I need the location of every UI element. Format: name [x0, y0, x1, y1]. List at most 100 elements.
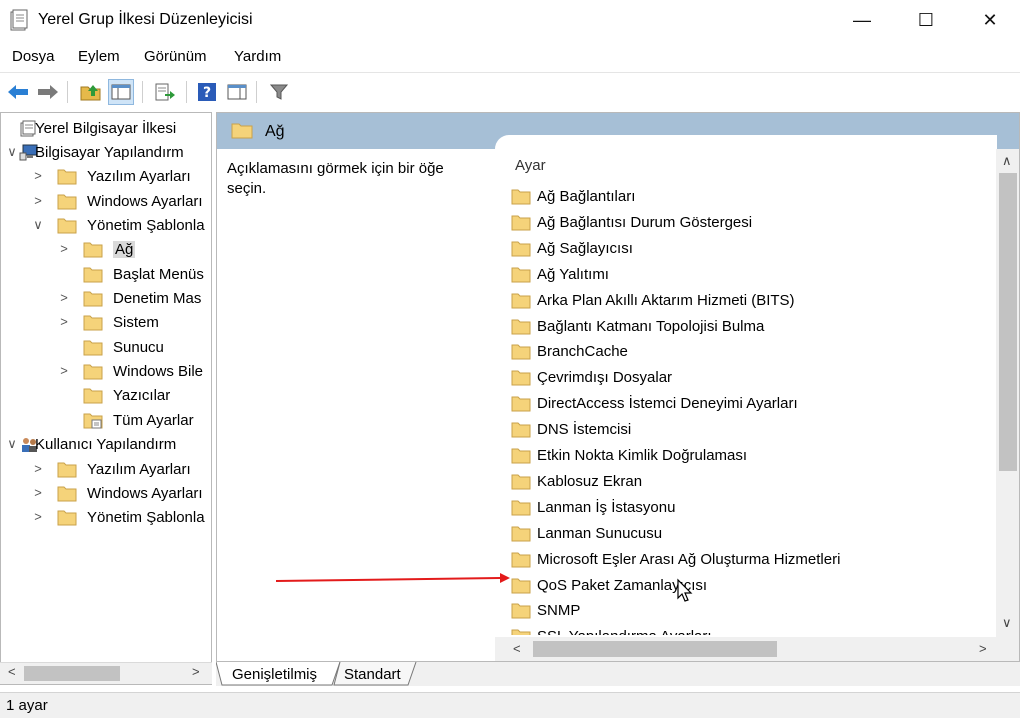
tab-extended[interactable]: Genişletilmiş [224, 664, 325, 686]
scroll-left-arrow-icon[interactable]: < [8, 664, 16, 679]
list-item[interactable]: BranchCache [511, 340, 991, 364]
scroll-right-arrow-icon[interactable]: > [979, 641, 987, 656]
tree-item[interactable]: > Sistem [1, 311, 211, 335]
maximize-button[interactable]: ☐ [900, 0, 952, 40]
collapse-arrow-icon[interactable]: ∨ [5, 436, 19, 452]
list-vertical-scrollbar[interactable]: ∧ ∨ [996, 149, 1019, 637]
list-item[interactable]: Ağ Bağlantıları [511, 185, 991, 209]
folder-icon [57, 194, 77, 210]
show-hide-action-pane-button[interactable] [224, 79, 250, 105]
tree-item[interactable]: > Yönetim Şablonla [1, 506, 211, 530]
tab-standard[interactable]: Standart [336, 664, 409, 686]
back-button[interactable] [5, 79, 31, 105]
list-hscroll-thumb[interactable] [533, 641, 777, 657]
tree-item[interactable]: > Yazılım Ayarları [1, 165, 211, 189]
tree-item[interactable]: > Ağ [1, 238, 211, 262]
help-button[interactable]: ? [194, 79, 220, 105]
scroll-down-arrow-icon[interactable]: ∨ [1002, 615, 1012, 631]
minimize-button[interactable]: — [836, 0, 888, 40]
tree-item[interactable]: > Yazılım Ayarları [1, 458, 211, 482]
tree-item[interactable]: Yazıcılar [1, 384, 211, 408]
list-item-label: Lanman İş İstasyonu [537, 498, 676, 516]
export-list-icon [155, 83, 175, 101]
tree-item[interactable]: ∨ Kullanıcı Yapılandırm [1, 433, 211, 457]
list-item[interactable]: Arka Plan Akıllı Aktarım Hizmeti (BITS) [511, 289, 991, 313]
folder-icon [511, 629, 531, 635]
list-item[interactable]: SSL Yapılandırma Ayarları [511, 625, 991, 635]
list-item[interactable]: DNS İstemcisi [511, 418, 991, 442]
close-button[interactable]: ✕ [964, 0, 1016, 40]
menu-yardim[interactable]: Yardım [234, 48, 281, 65]
list-item-label: Kablosuz Ekran [537, 472, 643, 490]
tree-horizontal-scrollbar[interactable]: < > [0, 662, 212, 684]
expand-arrow-icon[interactable]: > [31, 168, 45, 183]
list-item[interactable]: SNMP [511, 599, 991, 623]
scroll-right-arrow-icon[interactable]: > [192, 664, 200, 679]
folder-icon [511, 319, 531, 334]
list-vscroll-thumb[interactable] [999, 173, 1017, 471]
folder-icon [57, 218, 77, 234]
menu-gorunum[interactable]: Görünüm [144, 48, 207, 65]
list-item[interactable]: Etkin Nokta Kimlik Doğrulaması [511, 444, 991, 468]
tree-item[interactable]: > Windows Ayarları [1, 190, 211, 214]
tree-item[interactable]: Yerel Bilgisayar İlkesi [1, 117, 211, 141]
list-horizontal-scrollbar[interactable]: < > [495, 637, 1019, 661]
expand-arrow-icon[interactable]: > [57, 290, 71, 305]
list-item-label: Ağ Yalıtımı [537, 265, 609, 283]
folder-icon [83, 340, 103, 356]
list-item[interactable]: Bağlantı Katmanı Topolojisi Bulma [511, 315, 991, 339]
tree-item-label: Yazılım Ayarları [87, 461, 191, 478]
tree-item[interactable]: ∨ Bilgisayar Yapılandırm [1, 141, 211, 165]
folder-icon [511, 578, 531, 593]
tree-item-label: Sistem [113, 314, 159, 331]
tree-item[interactable]: Başlat Menüs [1, 263, 211, 287]
scroll-left-arrow-icon[interactable]: < [513, 641, 521, 656]
tree-item[interactable]: ∨ Yönetim Şablonla [1, 214, 211, 238]
list-item[interactable]: Microsoft Eşler Arası Ağ Oluşturma Hizme… [511, 548, 991, 572]
tree-item[interactable]: Sunucu [1, 336, 211, 360]
list-item[interactable]: Ağ Sağlayıcısı [511, 237, 991, 261]
list-item[interactable]: DirectAccess İstemci Deneyimi Ayarları [511, 392, 991, 416]
folder-icon [57, 462, 77, 478]
tree-item[interactable]: > Windows Ayarları [1, 482, 211, 506]
menu-eylem[interactable]: Eylem [78, 48, 120, 65]
expand-arrow-icon[interactable]: > [31, 193, 45, 208]
folder-icon [57, 510, 77, 526]
menu-dosya[interactable]: Dosya [12, 48, 55, 65]
filter-button[interactable] [266, 79, 292, 105]
tree-item[interactable]: > Windows Bile [1, 360, 211, 384]
list-item-label: Bağlantı Katmanı Topolojisi Bulma [537, 317, 765, 335]
list-item-label: SNMP [537, 602, 581, 620]
maximize-icon: ☐ [917, 9, 935, 30]
list-item[interactable]: QoS Paket Zamanlayıcısı [511, 574, 991, 598]
tree-item[interactable]: > Denetim Mas [1, 287, 211, 311]
collapse-arrow-icon[interactable]: ∨ [5, 144, 19, 160]
up-one-level-button[interactable] [78, 79, 104, 105]
expand-arrow-icon[interactable]: > [31, 461, 45, 476]
list-item[interactable]: Lanman İş İstasyonu [511, 496, 991, 520]
scroll-up-arrow-icon[interactable]: ∧ [1002, 153, 1012, 169]
expand-arrow-icon[interactable]: > [57, 241, 71, 256]
list-item[interactable]: Lanman Sunucusu [511, 522, 991, 546]
expand-arrow-icon[interactable]: > [31, 509, 45, 524]
export-list-button[interactable] [152, 79, 178, 105]
list-item[interactable]: Ağ Yalıtımı [511, 263, 991, 287]
show-hide-tree-button[interactable] [108, 79, 134, 105]
list-item[interactable]: Kablosuz Ekran [511, 470, 991, 494]
tree-scroll-thumb[interactable] [24, 666, 120, 681]
list-item[interactable]: Ağ Bağlantısı Durum Göstergesi [511, 211, 991, 235]
collapse-arrow-icon[interactable]: ∨ [31, 217, 45, 233]
folder-icon [511, 241, 531, 257]
window-title: Yerel Grup İlkesi Düzenleyicisi [38, 11, 253, 28]
list-item-label: Ağ Bağlantısı Durum Göstergesi [537, 213, 753, 231]
tree-item-label: Bilgisayar Yapılandırm [35, 144, 184, 161]
expand-arrow-icon[interactable]: > [57, 363, 71, 378]
list-item-label: BranchCache [537, 343, 628, 361]
expand-arrow-icon[interactable]: > [57, 314, 71, 329]
help-icon: ? [198, 83, 216, 101]
list-item[interactable]: Çevrimdışı Dosyalar [511, 366, 991, 390]
expand-arrow-icon[interactable]: > [31, 485, 45, 500]
forward-button[interactable] [35, 79, 61, 105]
tree-item[interactable]: Tüm Ayarlar [1, 409, 211, 433]
column-header-setting[interactable]: Ayar [515, 157, 546, 174]
